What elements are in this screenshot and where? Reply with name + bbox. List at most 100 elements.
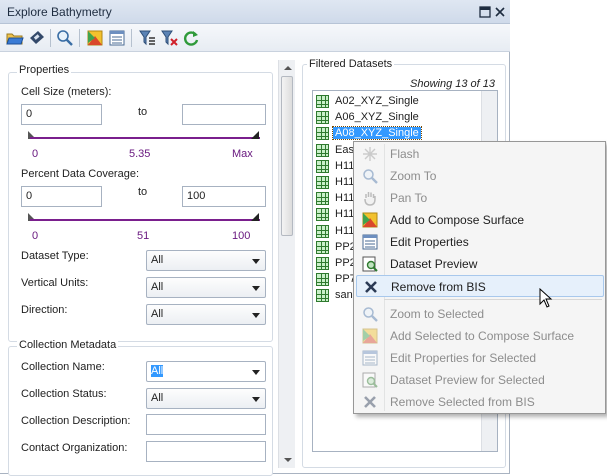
menu-item-flash: Flash <box>356 143 604 165</box>
chevron-down-icon <box>252 313 260 318</box>
remove-x-icon <box>362 394 378 410</box>
menu-item-dataset-preview[interactable]: Dataset Preview <box>356 253 604 275</box>
dataset-grid-icon <box>316 159 329 173</box>
menu-item-add-to-compose-surface[interactable]: Add to Compose Surface <box>356 209 604 231</box>
dataset-grid-icon <box>316 143 329 157</box>
coverage-to-label: to <box>138 186 148 198</box>
collection-status-select[interactable]: All <box>146 388 266 409</box>
dataset-grid-icon <box>316 289 329 303</box>
collection-description-input[interactable] <box>146 414 266 435</box>
cell-size-slider-max-handle[interactable] <box>251 131 259 139</box>
filter-criteria-panel: Properties Cell Size (meters): 0 to 0 5.… <box>8 60 296 476</box>
open-folder-icon[interactable] <box>6 29 24 47</box>
coverage-min-input[interactable]: 0 <box>21 186 102 207</box>
dataset-label: A06_XYZ_Single <box>335 111 419 124</box>
direction-select[interactable]: All <box>146 304 266 325</box>
chevron-down-icon <box>252 286 260 291</box>
refresh-icon[interactable] <box>182 29 200 47</box>
scroll-up-icon[interactable] <box>284 66 292 70</box>
preview-icon <box>362 372 378 388</box>
cell-size-min-input[interactable]: 0 <box>21 104 102 125</box>
dataset-grid-icon <box>316 208 329 222</box>
chevron-down-icon <box>252 259 260 264</box>
menu-item-add-selected-to-compose-surface: Add Selected to Compose Surface <box>356 325 604 347</box>
menu-item-label: Zoom To <box>390 169 437 183</box>
dataset-grid-icon <box>316 95 329 108</box>
menu-item-dataset-preview-for-selected: Dataset Preview for Selected <box>356 369 604 391</box>
properties-title: Properties <box>17 64 72 76</box>
search-icon[interactable] <box>56 29 74 47</box>
dataset-type-value: All <box>151 254 164 266</box>
properties-icon <box>362 350 378 366</box>
menu-item-remove-selected-from-bis: Remove Selected from BIS <box>356 391 604 413</box>
menu-item-label: Dataset Preview <box>390 257 478 271</box>
title-bar: Explore Bathymetry <box>0 0 510 24</box>
vertical-units-value: All <box>151 281 164 293</box>
coverage-slider-max-value: 100 <box>232 230 251 242</box>
zoom-icon <box>362 168 378 184</box>
pan-hand-icon <box>362 190 378 206</box>
collection-metadata-title: Collection Metadata <box>17 339 119 351</box>
contact-organization-input[interactable] <box>146 441 266 462</box>
menu-item-label: Zoom to Selected <box>390 307 485 321</box>
dataset-grid-icon <box>316 240 329 254</box>
properties-icon[interactable] <box>108 29 126 47</box>
menu-item-label: Remove Selected from BIS <box>390 395 535 409</box>
toolbar <box>0 24 510 52</box>
compose-surface-icon <box>362 212 378 228</box>
dataset-grid-icon <box>316 111 329 125</box>
dataset-type-select[interactable]: All <box>146 250 266 271</box>
menu-item-label: Pan To <box>390 191 428 205</box>
dataset-label: A02_XYZ_Single <box>335 95 419 107</box>
cell-size-max-input[interactable] <box>182 104 266 125</box>
toolbar-separator <box>50 29 51 47</box>
cell-size-label: Cell Size (meters): <box>21 86 112 98</box>
coverage-max-input[interactable]: 100 <box>182 186 266 207</box>
collection-name-label: Collection Name: <box>21 361 105 373</box>
preview-icon <box>362 256 378 272</box>
menu-item-label: Dataset Preview for Selected <box>390 373 545 387</box>
save-icon[interactable] <box>28 29 46 47</box>
menu-item-zoom-to: Zoom To <box>356 165 604 187</box>
dataset-grid-icon <box>316 257 329 270</box>
cell-size-slider-max-value: Max <box>232 148 253 160</box>
vertical-units-select[interactable]: All <box>146 277 266 298</box>
filtered-datasets-title: Filtered Datasets <box>307 58 395 70</box>
toolbar-separator <box>131 29 132 47</box>
cell-size-slider-track <box>30 137 260 139</box>
dataset-context-menu: Flash Zoom To Pan To Add to Compose Surface… <box>353 141 606 414</box>
coverage-slider-max-handle[interactable] <box>251 213 259 221</box>
dataset-grid-icon <box>316 127 329 141</box>
zoom-icon <box>362 306 378 322</box>
flash-icon <box>362 146 378 162</box>
contact-organization-label: Contact Organization: <box>21 442 128 454</box>
close-icon[interactable] <box>493 5 507 19</box>
menu-item-label: Edit Properties for Selected <box>390 351 537 365</box>
menu-item-edit-properties[interactable]: Edit Properties <box>356 231 604 253</box>
clear-filter-icon[interactable] <box>160 29 178 47</box>
compose-surface-icon[interactable] <box>86 29 104 47</box>
chevron-down-icon <box>252 397 260 402</box>
coverage-slider-mid-value: 51 <box>137 230 150 242</box>
menu-separator <box>384 299 602 300</box>
chevron-down-icon <box>252 370 260 375</box>
menu-item-remove-from-bis[interactable]: Remove from BIS <box>356 275 604 297</box>
menu-item-edit-properties-for-selected: Edit Properties for Selected <box>356 347 604 369</box>
properties-icon <box>362 234 378 250</box>
menu-item-zoom-to-selected: Zoom to Selected <box>356 303 604 325</box>
toolbar-separator <box>79 29 80 47</box>
dataset-grid-icon <box>316 176 329 189</box>
left-panel-scroll-thumb[interactable] <box>281 76 293 236</box>
dataset-label: A08_XYZ_Single <box>332 126 422 141</box>
coverage-slider-track <box>30 219 260 221</box>
collection-name-value[interactable]: All <box>151 365 164 377</box>
filter-icon[interactable] <box>138 29 156 47</box>
scroll-down-icon[interactable] <box>284 458 292 462</box>
collection-name-combo[interactable]: All <box>146 361 266 382</box>
dock-icon[interactable] <box>478 5 492 19</box>
dataset-grid-icon <box>316 192 329 206</box>
dataset-type-label: Dataset Type: <box>21 250 89 262</box>
menu-item-label: Add to Compose Surface <box>390 213 525 227</box>
left-panel-scrollbar[interactable] <box>278 60 295 468</box>
coverage-label: Percent Data Coverage: <box>21 168 140 180</box>
